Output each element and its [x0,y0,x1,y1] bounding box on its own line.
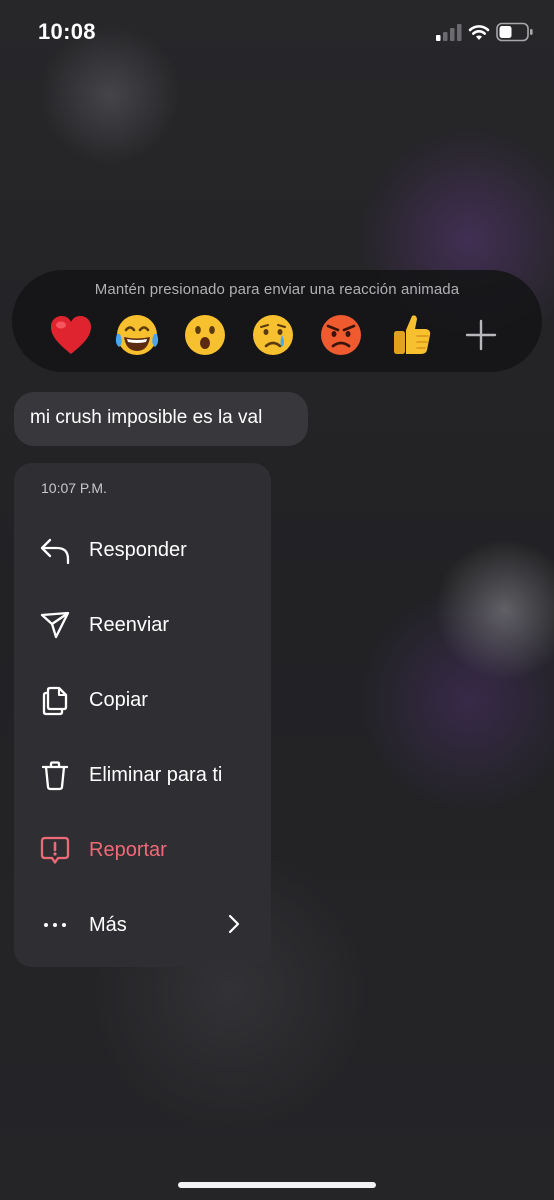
more-icon [39,909,71,941]
trash-icon [39,759,71,791]
status-time: 10:08 [38,19,96,44]
menu-item-label: Más [89,914,127,936]
cellular-signal-icon [436,24,462,41]
menu-item-label: Eliminar para ti [89,764,223,786]
reaction-tears-of-joy[interactable] [112,310,162,360]
reaction-surprised[interactable] [180,310,230,360]
menu-item-label: Responder [89,539,187,561]
surprised-face-icon [185,315,225,355]
angry-face-icon [321,315,361,355]
reply-icon [39,534,71,566]
menu-item-label: Reenviar [89,614,170,636]
plus-icon [465,319,497,351]
message-context-menu: 10:07 P.M. Responder Reenviar Copiar Eli… [14,463,271,967]
battery-icon [496,22,533,42]
report-icon [39,834,71,866]
thumbs-up-icon [394,315,431,354]
menu-item-delete-for-you[interactable]: Eliminar para ti [14,737,271,811]
message-bubble[interactable]: mi crush imposible es la val [14,392,308,446]
chevron-right-icon [228,914,240,934]
reaction-red-heart[interactable] [46,310,96,360]
menu-item-forward[interactable]: Reenviar [14,587,271,661]
send-icon [39,609,71,641]
reaction-bar: Mantén presionado para enviar una reacci… [12,270,542,372]
menu-item-label: Copiar [89,689,148,711]
reaction-crying[interactable] [248,310,298,360]
menu-item-copy[interactable]: Copiar [14,662,271,736]
home-indicator[interactable] [178,1182,376,1188]
add-reaction-button[interactable] [456,310,506,360]
menu-item-more[interactable]: Más [14,887,271,961]
reaction-hint-text: Mantén presionado para enviar una reacci… [94,281,460,298]
tears-of-joy-icon [115,315,159,355]
wifi-icon [468,25,490,40]
menu-item-label: Reportar [89,839,167,861]
reaction-angry[interactable] [316,310,366,360]
copy-icon [39,684,71,716]
message-text: mi crush imposible es la val [30,407,263,428]
menu-item-reply[interactable]: Responder [14,512,271,586]
message-timestamp: 10:07 P.M. [41,480,107,496]
menu-item-report[interactable]: Reportar [14,812,271,886]
red-heart-icon [51,316,91,354]
crying-face-icon [253,315,293,355]
status-bar: 10:08 [0,0,554,64]
reaction-thumbs-up[interactable] [386,310,436,360]
